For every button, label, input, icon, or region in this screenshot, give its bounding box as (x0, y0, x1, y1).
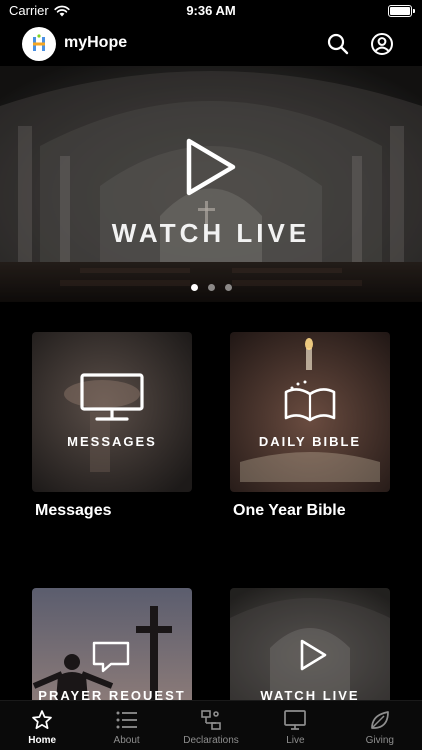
declarations-icon (201, 710, 221, 730)
hero-title: WATCH LIVE (111, 218, 311, 248)
chat-bubble-icon (92, 641, 130, 673)
tile-label[interactable]: Messages (35, 502, 112, 520)
hero-carousel[interactable]: WATCH LIVE (0, 66, 422, 302)
messages-tile[interactable]: MESSAGES (32, 332, 192, 492)
list-icon (116, 711, 137, 729)
prayer-request-tile[interactable]: PRAYER REQUEST (32, 588, 192, 700)
profile-button[interactable] (370, 32, 394, 56)
bible-icon (284, 380, 336, 422)
watch-live-tile[interactable]: WATCH LIVE (230, 588, 390, 700)
play-icon (186, 138, 236, 196)
tab-label: Live (286, 735, 305, 746)
profile-icon (371, 33, 393, 55)
battery-icon (388, 5, 415, 17)
tab-home[interactable]: Home (0, 701, 84, 750)
carousel-dots[interactable] (0, 284, 422, 291)
tile-label[interactable]: One Year Bible (233, 502, 346, 520)
search-button[interactable] (326, 32, 350, 56)
tab-live[interactable]: Live (253, 701, 337, 750)
app-logo[interactable] (22, 27, 56, 61)
tab-label: Declarations (183, 735, 239, 746)
tile-caption: PRAYER REQUEST (38, 688, 186, 700)
tab-label: About (113, 735, 140, 746)
monitor-icon (80, 373, 144, 421)
daily-bible-tile[interactable]: DAILY BIBLE (230, 332, 390, 492)
carousel-dot[interactable] (224, 284, 232, 291)
logo-icon (27, 32, 51, 56)
carousel-dot[interactable] (190, 284, 198, 291)
search-icon (327, 33, 349, 55)
tile-caption: MESSAGES (67, 434, 157, 449)
status-time: 9:36 AM (186, 3, 236, 18)
app-header: myHope (0, 22, 422, 66)
tab-label: Home (28, 735, 57, 746)
tab-about[interactable]: About (84, 701, 168, 750)
tile-caption: DAILY BIBLE (258, 434, 362, 449)
tab-label: Giving (365, 735, 394, 746)
tab-bar: Home About Declarations Live Giving (0, 700, 422, 750)
star-icon (32, 710, 53, 730)
tab-declarations[interactable]: Declarations (169, 701, 253, 750)
leaf-icon (370, 711, 389, 729)
play-icon (300, 639, 327, 671)
tv-icon (284, 710, 307, 730)
app-title: myHope (64, 34, 128, 51)
status-bar: Carrier 9:36 AM (0, 0, 422, 22)
carousel-dot[interactable] (207, 284, 215, 291)
tab-giving[interactable]: Giving (338, 701, 422, 750)
tile-caption: WATCH LIVE (260, 688, 360, 700)
